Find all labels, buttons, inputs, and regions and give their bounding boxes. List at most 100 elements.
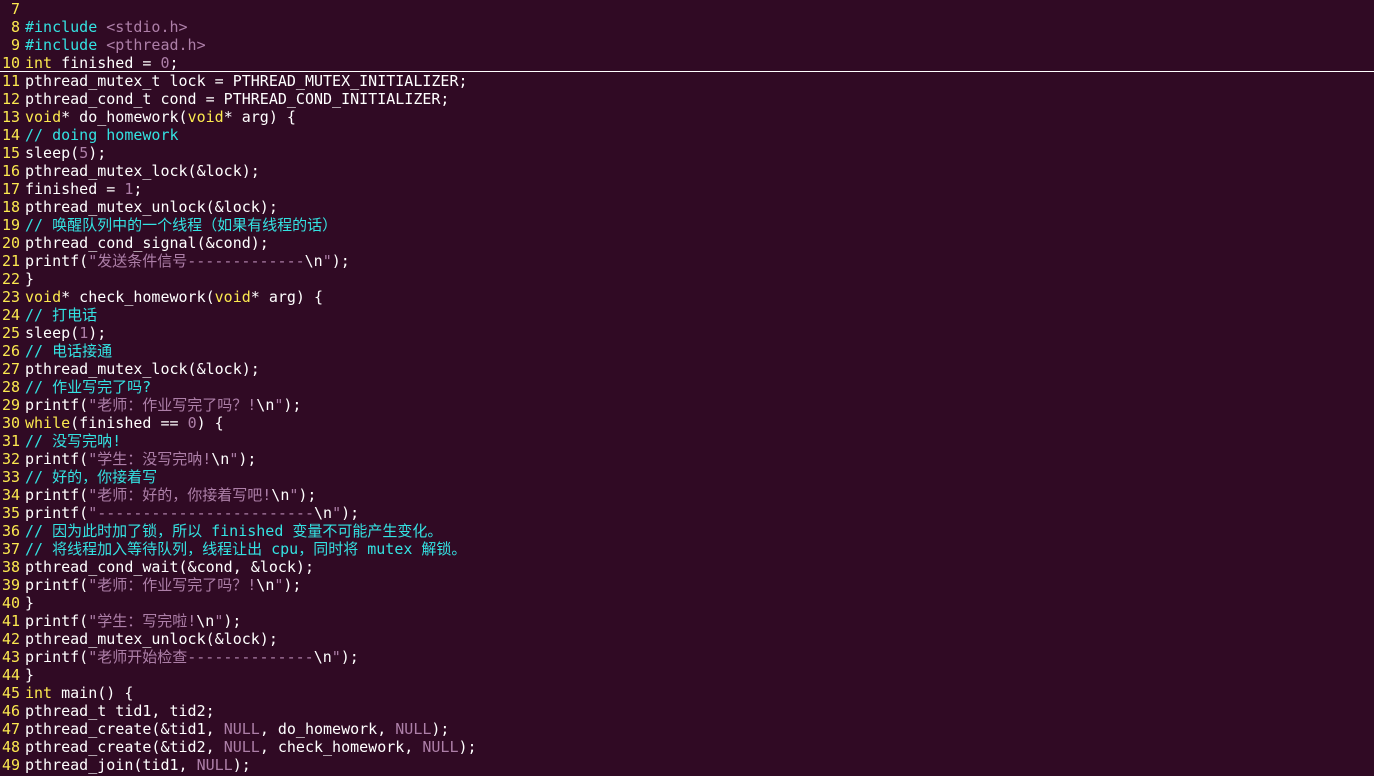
code-token: "发送条件信号------------- xyxy=(88,252,305,270)
code-line[interactable]: 30 while(finished == 0) { xyxy=(0,414,1374,432)
code-text: while(finished == 0) { xyxy=(25,414,224,432)
code-line[interactable]: 39 printf("老师：作业写完了吗？!\n"); xyxy=(0,576,1374,594)
code-token: // doing homework xyxy=(25,126,179,144)
line-number: 16 xyxy=(1,162,20,180)
code-line[interactable]: 20 pthread_cond_signal(&cond); xyxy=(0,234,1374,252)
code-line[interactable]: 43 printf("老师开始检查--------------\n"); xyxy=(0,648,1374,666)
code-line[interactable]: 46 pthread_t tid1, tid2; xyxy=(0,702,1374,720)
line-number: 18 xyxy=(1,198,20,216)
code-token: pthread_join(tid1, xyxy=(25,756,197,774)
code-token: \n xyxy=(256,576,275,594)
code-line[interactable]: 7 xyxy=(0,0,1374,18)
code-text: pthread_t tid1, tid2; xyxy=(25,702,215,720)
code-token: ); xyxy=(331,252,350,270)
line-number: 30 xyxy=(1,414,20,432)
code-line[interactable]: 32 printf("学生：没写完呐!\n"); xyxy=(0,450,1374,468)
code-line[interactable]: 29 printf("老师：作业写完了吗？!\n"); xyxy=(0,396,1374,414)
code-line[interactable]: 35 printf("------------------------\n"); xyxy=(0,504,1374,522)
code-line[interactable]: 24 // 打电话 xyxy=(0,306,1374,324)
code-line[interactable]: 17 finished = 1; xyxy=(0,180,1374,198)
code-line[interactable]: 12 pthread_cond_t cond = PTHREAD_COND_INI… xyxy=(0,90,1374,108)
code-token: ); xyxy=(232,756,251,774)
line-number: 38 xyxy=(1,558,20,576)
code-token: int xyxy=(25,684,53,702)
code-token: NULL xyxy=(422,738,459,756)
code-line[interactable]: 38 pthread_cond_wait(&cond, &lock); xyxy=(0,558,1374,576)
code-token: while xyxy=(25,414,71,432)
code-line[interactable]: 41 printf("学生：写完啦!\n"); xyxy=(0,612,1374,630)
line-number: 13 xyxy=(1,108,20,126)
code-line[interactable]: 36 // 因为此时加了锁，所以 finished 变量不可能产生变化。 xyxy=(0,522,1374,540)
line-number: 12 xyxy=(1,90,20,108)
code-token: } xyxy=(25,666,35,684)
code-line[interactable]: 16 pthread_mutex_lock(&lock); xyxy=(0,162,1374,180)
code-line[interactable]: 8 #include <stdio.h> xyxy=(0,18,1374,36)
code-line[interactable]: 13 void* do_homework(void* arg) { xyxy=(0,108,1374,126)
code-token: , do_homework, xyxy=(259,720,396,738)
code-token: \n xyxy=(196,612,215,630)
code-line[interactable]: 45 int main() { xyxy=(0,684,1374,702)
code-line[interactable]: 10 int finished = 0; xyxy=(0,54,1374,72)
line-number: 40 xyxy=(1,594,20,612)
code-token: ; xyxy=(169,54,179,72)
code-line[interactable]: 48 pthread_create(&tid2, NULL, check_home… xyxy=(0,738,1374,756)
code-line[interactable]: 34 printf("老师：好的，你接着写吧!\n"); xyxy=(0,486,1374,504)
code-token: void xyxy=(187,108,224,126)
line-number: 42 xyxy=(1,630,20,648)
code-line[interactable]: 47 pthread_create(&tid1, NULL, do_homewor… xyxy=(0,720,1374,738)
code-text: // 没写完呐! xyxy=(25,432,121,450)
code-token: \n xyxy=(256,396,275,414)
code-token: NULL xyxy=(196,756,233,774)
code-line[interactable]: 25 sleep(1); xyxy=(0,324,1374,342)
code-token: void xyxy=(25,288,62,306)
code-line[interactable]: 37 // 将线程加入等待队列，线程让出 cpu，同时将 mutex 解锁。 xyxy=(0,540,1374,558)
code-text: // 因为此时加了锁，所以 finished 变量不可能产生变化。 xyxy=(25,522,442,540)
code-line[interactable]: 31 // 没写完呐! xyxy=(0,432,1374,450)
code-token: ); xyxy=(283,396,302,414)
line-number: 8 xyxy=(10,18,20,36)
code-text: finished = 1; xyxy=(25,180,142,198)
code-line[interactable]: 11 pthread_mutex_t lock = PTHREAD_MUTEX_I… xyxy=(0,72,1374,90)
code-text: pthread_cond_signal(&cond); xyxy=(25,234,269,252)
code-text: } xyxy=(25,594,34,612)
line-number: 7 xyxy=(10,0,20,18)
code-line[interactable]: 44} xyxy=(0,666,1374,684)
terminal-editor[interactable]: 7 8 #include <stdio.h> 9 #include <pthread.h… xyxy=(0,0,1374,776)
code-token: int xyxy=(25,54,53,72)
code-line[interactable]: 26 // 电话接通 xyxy=(0,342,1374,360)
line-number: 37 xyxy=(1,540,20,558)
code-line[interactable]: 21 printf("发送条件信号-------------\n"); xyxy=(0,252,1374,270)
line-number: 31 xyxy=(1,432,20,450)
code-line[interactable]: 42 pthread_mutex_unlock(&lock); xyxy=(0,630,1374,648)
code-line[interactable]: 22} xyxy=(0,270,1374,288)
code-token: pthread_mutex_unlock(&lock); xyxy=(25,198,278,216)
line-number: 48 xyxy=(1,738,20,756)
code-token: ); xyxy=(283,576,302,594)
code-text: // doing homework xyxy=(25,126,179,144)
code-token: // 好的，你接着写 xyxy=(25,468,158,486)
code-token: " xyxy=(331,648,341,666)
code-line[interactable]: 49 pthread_join(tid1, NULL); xyxy=(0,756,1374,774)
code-token: sleep( xyxy=(25,144,80,162)
code-token: printf( xyxy=(25,450,89,468)
code-token: 5 xyxy=(79,144,89,162)
code-line[interactable]: 40} xyxy=(0,594,1374,612)
code-line[interactable]: 18 pthread_mutex_unlock(&lock); xyxy=(0,198,1374,216)
line-number: 34 xyxy=(1,486,20,504)
code-line[interactable]: 9 #include <pthread.h> xyxy=(0,36,1374,54)
code-line[interactable]: 19 // 唤醒队列中的一个线程（如果有线程的话） xyxy=(0,216,1374,234)
code-line[interactable]: 27 pthread_mutex_lock(&lock); xyxy=(0,360,1374,378)
code-line[interactable]: 15 sleep(5); xyxy=(0,144,1374,162)
code-token: "学生：没写完呐! xyxy=(88,450,212,468)
code-line[interactable]: 14 // doing homework xyxy=(0,126,1374,144)
code-token: \n xyxy=(304,252,323,270)
code-text: printf("学生：没写完呐!\n"); xyxy=(25,450,256,468)
line-number: 39 xyxy=(1,576,20,594)
code-line[interactable]: 28 // 作业写完了吗? xyxy=(0,378,1374,396)
code-line[interactable]: 33 // 好的，你接着写 xyxy=(0,468,1374,486)
code-text: pthread_create(&tid1, NULL, do_homework,… xyxy=(25,720,449,738)
code-text: pthread_mutex_lock(&lock); xyxy=(25,162,260,180)
line-number: 47 xyxy=(1,720,20,738)
code-text: sleep(5); xyxy=(25,144,106,162)
code-line[interactable]: 23 void* check_homework(void* arg) { xyxy=(0,288,1374,306)
